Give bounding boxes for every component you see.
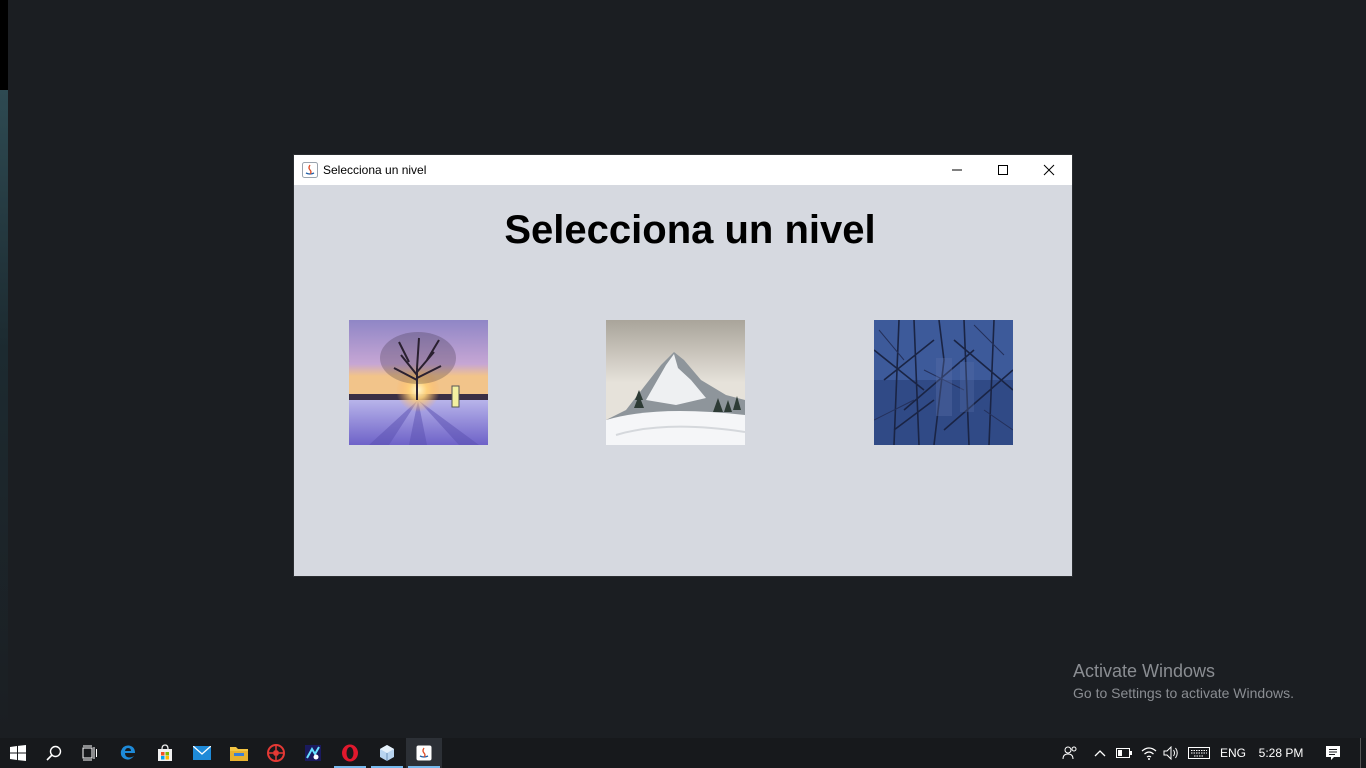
taskbar-edge[interactable] [110, 738, 146, 768]
notifications-icon [1326, 746, 1340, 760]
volume-icon [1163, 746, 1178, 760]
maximize-icon [998, 165, 1008, 175]
wifi-button[interactable] [1138, 738, 1160, 768]
page-title: Selecciona un nivel [504, 208, 876, 252]
file-explorer-icon [230, 747, 248, 761]
taskbar-store[interactable] [147, 738, 183, 768]
app-paint-icon [305, 745, 321, 761]
people-button[interactable] [1058, 738, 1082, 768]
show-hidden-icons-button[interactable] [1089, 738, 1111, 768]
level-1-thumbnail[interactable] [349, 320, 488, 445]
mail-icon [193, 746, 211, 760]
taskbar-mail[interactable] [184, 738, 220, 768]
taskbar-java[interactable] [406, 738, 442, 768]
start-icon [10, 745, 26, 761]
window-title: Selecciona un nivel [323, 163, 427, 177]
touch-keyboard-button[interactable] [1186, 738, 1212, 768]
task-view-icon [82, 745, 97, 761]
level-select-window: Selecciona un nivel Selecciona un nivel [294, 155, 1072, 576]
java-icon [416, 745, 432, 761]
chevron-up-icon [1094, 750, 1106, 757]
volume-button[interactable] [1160, 738, 1182, 768]
java-icon [302, 162, 318, 178]
store-icon [158, 744, 172, 761]
task-view-button[interactable] [72, 738, 108, 768]
keyboard-icon [1188, 747, 1210, 759]
search-icon [46, 745, 62, 761]
wifi-icon [1141, 747, 1157, 760]
close-icon [1043, 164, 1055, 176]
maximize-button[interactable] [980, 155, 1026, 185]
taskbar: ENG 5:28 PM [0, 738, 1366, 768]
people-icon [1062, 746, 1077, 760]
input-language[interactable]: ENG [1216, 738, 1250, 768]
window-titlebar[interactable]: Selecciona un nivel [294, 155, 1072, 185]
sunset-tree-image [349, 320, 488, 445]
opera-icon [342, 744, 358, 762]
edge-icon [120, 745, 135, 760]
battery-icon [1116, 748, 1132, 758]
battery-button[interactable] [1113, 738, 1135, 768]
search-button[interactable] [36, 738, 72, 768]
taskbar-opera[interactable] [332, 738, 368, 768]
level-3-thumbnail[interactable] [874, 320, 1013, 445]
taskbar-virtualbox[interactable] [369, 738, 405, 768]
clock[interactable]: 5:28 PM [1254, 738, 1308, 768]
minimize-button[interactable] [934, 155, 980, 185]
virtualbox-icon [380, 745, 394, 761]
activation-watermark: Activate Windows Go to Settings to activ… [1073, 660, 1294, 703]
start-button[interactable] [0, 738, 36, 768]
snowy-mountain-image [606, 320, 745, 445]
taskbar-app-red[interactable] [258, 738, 294, 768]
close-button[interactable] [1026, 155, 1072, 185]
activation-title: Activate Windows [1073, 661, 1216, 681]
taskbar-file-explorer[interactable] [221, 738, 257, 768]
taskbar-app-paint[interactable] [295, 738, 331, 768]
activation-subtitle: Go to Settings to activate Windows. [1073, 685, 1294, 701]
app-red-icon [267, 744, 285, 762]
show-desktop-button[interactable] [1360, 738, 1366, 768]
desktop-wallpaper-edge [0, 90, 8, 738]
winter-branches-image [874, 320, 1013, 445]
level-2-thumbnail[interactable] [606, 320, 745, 445]
desktop-edge [0, 0, 8, 90]
action-center-button[interactable] [1318, 738, 1348, 768]
minimize-icon [952, 169, 962, 171]
